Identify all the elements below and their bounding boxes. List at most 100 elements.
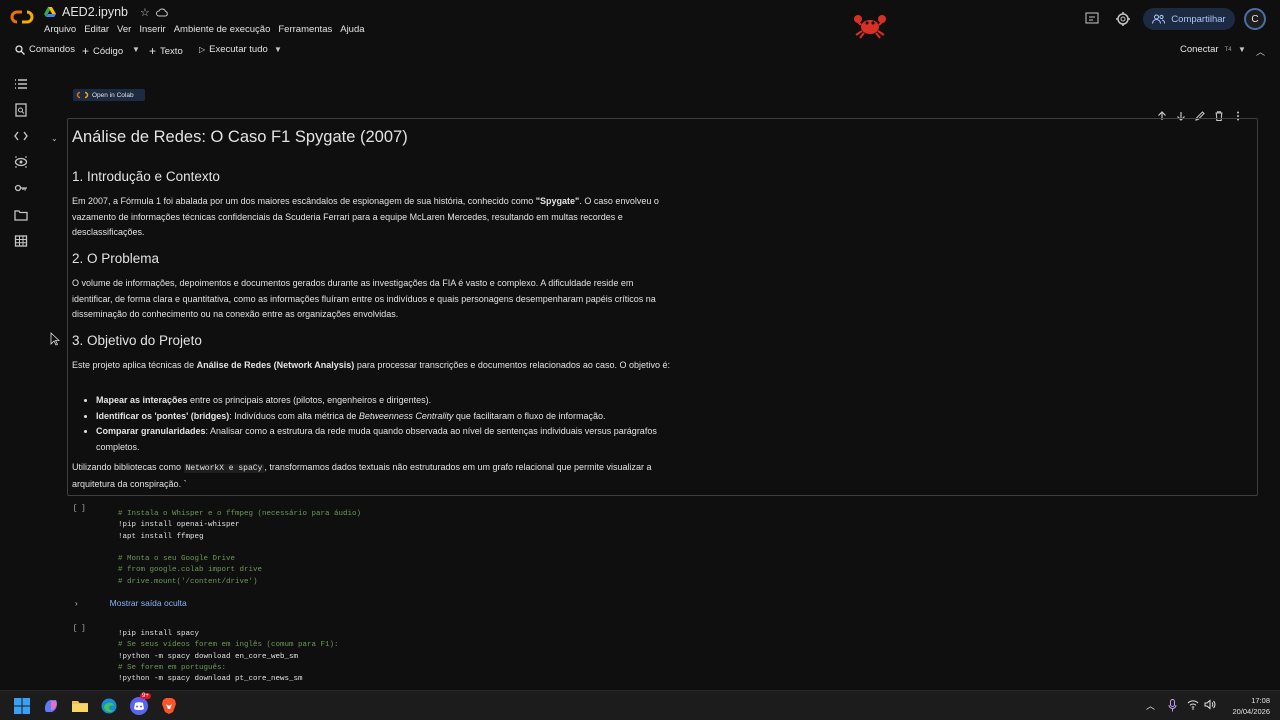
run-all-label: Executar tudo xyxy=(209,44,268,55)
code-line: # drive.mount('/content/drive') xyxy=(118,577,258,586)
code-snippets-icon[interactable] xyxy=(14,129,28,143)
clock-date: 20/04/2026 xyxy=(1232,707,1270,716)
objective-list: Mapear as interações entre os principais… xyxy=(96,393,676,455)
data-table-icon[interactable] xyxy=(14,234,28,248)
list-item: Comparar granularidades: Analisar como a… xyxy=(96,424,676,455)
chevron-right-icon[interactable]: › xyxy=(75,599,78,608)
chevron-down-icon[interactable]: ▼ xyxy=(274,45,282,54)
problem-paragraph: O volume de informações, depoimentos e d… xyxy=(72,278,656,319)
code-line: !python -m spacy download en_core_web_sm xyxy=(118,652,299,661)
system-clock[interactable]: 17:08 20/04/2026 xyxy=(1222,695,1270,717)
menu-inserir[interactable]: Inserir xyxy=(139,24,165,35)
code-editor[interactable]: !pip install spacy # Se seus vídeos forem… xyxy=(118,629,339,685)
code-cell-whisper[interactable]: [ ] # Instala o Whisper e o ffmpeg (nece… xyxy=(67,502,1258,614)
add-code-button[interactable]: + Código xyxy=(82,44,123,58)
cloud-icon[interactable] xyxy=(155,7,168,17)
notebook-file-name[interactable]: AED2.ipynb xyxy=(62,5,128,19)
code-line: !python -m spacy download pt_core_news_s… xyxy=(118,675,303,684)
hidden-output-row[interactable]: › Mostrar saída oculta xyxy=(75,598,187,608)
settings-gear-icon[interactable] xyxy=(1115,11,1131,27)
edge-browser-icon[interactable] xyxy=(100,697,118,715)
list-item: Identificar os 'pontes' (bridges): Indiv… xyxy=(96,409,676,425)
code-cell-spacy[interactable]: [ ] !pip install spacy # Se seus vídeos f… xyxy=(67,622,1258,690)
variables-icon[interactable] xyxy=(14,155,28,169)
copilot-icon[interactable] xyxy=(42,697,60,715)
menu-editar[interactable]: Editar xyxy=(84,24,109,35)
wifi-icon[interactable] xyxy=(1187,699,1199,710)
share-label: Compartilhar xyxy=(1171,13,1226,25)
user-avatar[interactable]: C xyxy=(1244,8,1266,30)
menu-ferramentas[interactable]: Ferramentas xyxy=(278,24,332,35)
discord-icon[interactable]: 9+ xyxy=(130,693,151,715)
objective-paragraph: Este projeto aplica técnicas de Análise … xyxy=(72,360,670,370)
people-icon xyxy=(1152,14,1166,24)
menu-ajuda[interactable]: Ajuda xyxy=(340,24,364,35)
search-icon xyxy=(15,44,25,55)
chevron-down-icon[interactable]: ▼ xyxy=(132,45,140,54)
code-editor[interactable]: # Instala o Whisper e o ffmpeg (necessár… xyxy=(118,509,361,588)
list-item: Mapear as interações entre os principais… xyxy=(96,393,676,409)
table-of-contents-icon[interactable] xyxy=(14,77,28,91)
section-heading-objective: 3. Objetivo do Projeto xyxy=(72,333,202,348)
notebook-title: Análise de Redes: O Caso F1 Spygate (200… xyxy=(72,128,408,146)
colab-logo-icon[interactable] xyxy=(10,9,34,25)
microphone-icon[interactable] xyxy=(1168,699,1177,712)
windows-taskbar: 9+ ︿ 17:08 20/04/2026 xyxy=(0,690,1280,720)
commands-label: Comandos xyxy=(29,44,75,55)
runtime-badge: T4 xyxy=(1224,46,1232,53)
file-name-row: AED2.ipynb ☆ xyxy=(44,5,168,19)
comment-icon[interactable] xyxy=(1084,11,1100,27)
colab-badge-label: Open in Colab xyxy=(92,91,134,99)
share-button[interactable]: Compartilhar xyxy=(1143,8,1235,30)
commands-button[interactable]: Comandos xyxy=(15,44,75,55)
add-text-button[interactable]: + Texto xyxy=(149,44,183,58)
secrets-key-icon[interactable] xyxy=(14,181,28,195)
run-cell-button[interactable]: [ ] xyxy=(73,505,86,513)
code-line: # Instala o Whisper e o ffmpeg (necessár… xyxy=(118,510,362,518)
header-bar: AED2.ipynb ☆ Arquivo Editar Ver Inserir … xyxy=(0,0,1280,40)
code-line: !pip install openai-whisper xyxy=(118,521,240,530)
discord-notification-badge: 9+ xyxy=(140,693,151,699)
show-hidden-icons-chevron-icon[interactable]: ︿ xyxy=(1146,699,1155,712)
closing-paragraph: Utilizando bibliotecas como NetworkX e s… xyxy=(72,462,652,489)
collapse-up-icon[interactable]: ︿ xyxy=(1256,45,1265,58)
volume-icon[interactable] xyxy=(1204,699,1216,710)
code-line: !apt install ffmpeg xyxy=(118,532,204,541)
colab-window: AED2.ipynb ☆ Arquivo Editar Ver Inserir … xyxy=(0,0,1280,720)
notebook-area: Open in Colab ⌄ Análise de Redes: O Caso… xyxy=(44,62,1280,690)
menu-arquivo[interactable]: Arquivo xyxy=(44,24,76,35)
play-icon: ▷ xyxy=(199,45,206,54)
connect-button[interactable]: Conectar T4 xyxy=(1180,44,1232,55)
text-label: Texto xyxy=(160,45,183,57)
crab-mascot-icon xyxy=(854,15,886,39)
find-icon[interactable] xyxy=(14,103,28,117)
colab-logo-icon xyxy=(76,91,89,99)
run-cell-button[interactable]: [ ] xyxy=(73,625,86,633)
run-all-button[interactable]: ▷ Executar tudo xyxy=(199,44,268,55)
brave-browser-icon[interactable] xyxy=(160,697,178,715)
plus-icon: + xyxy=(82,44,90,58)
code-line: # from google.colab import drive xyxy=(118,566,263,575)
plus-icon: + xyxy=(149,44,157,58)
menu-ambiente[interactable]: Ambiente de execução xyxy=(174,24,271,35)
file-explorer-icon[interactable] xyxy=(71,697,89,715)
code-line: # Monta o seu Google Drive xyxy=(118,555,236,564)
show-hidden-output-link[interactable]: Mostrar saída oculta xyxy=(110,598,187,608)
open-in-colab-badge[interactable]: Open in Colab xyxy=(73,89,145,101)
menu-ver[interactable]: Ver xyxy=(117,24,131,35)
windows-start-icon[interactable] xyxy=(13,697,31,715)
intro-paragraph: Em 2007, a Fórmula 1 foi abalada por um … xyxy=(72,196,659,237)
code-line: !pip install spacy xyxy=(118,630,200,638)
collapse-section-chevron-icon[interactable]: ⌄ xyxy=(51,134,58,143)
code-label: Código xyxy=(93,45,124,57)
star-icon[interactable]: ☆ xyxy=(140,6,150,19)
notebook-toolbar: Comandos + Código ▼ + Texto ▷ Executar t… xyxy=(0,40,1280,62)
section-heading-problem: 2. O Problema xyxy=(72,251,160,266)
code-line: # Se forem em português: xyxy=(118,663,227,672)
folder-icon[interactable] xyxy=(14,208,28,222)
chevron-down-icon[interactable]: ▼ xyxy=(1238,45,1246,54)
connect-label: Conectar xyxy=(1180,44,1219,55)
drive-icon xyxy=(44,6,56,17)
discord-glyph-icon xyxy=(134,702,144,711)
